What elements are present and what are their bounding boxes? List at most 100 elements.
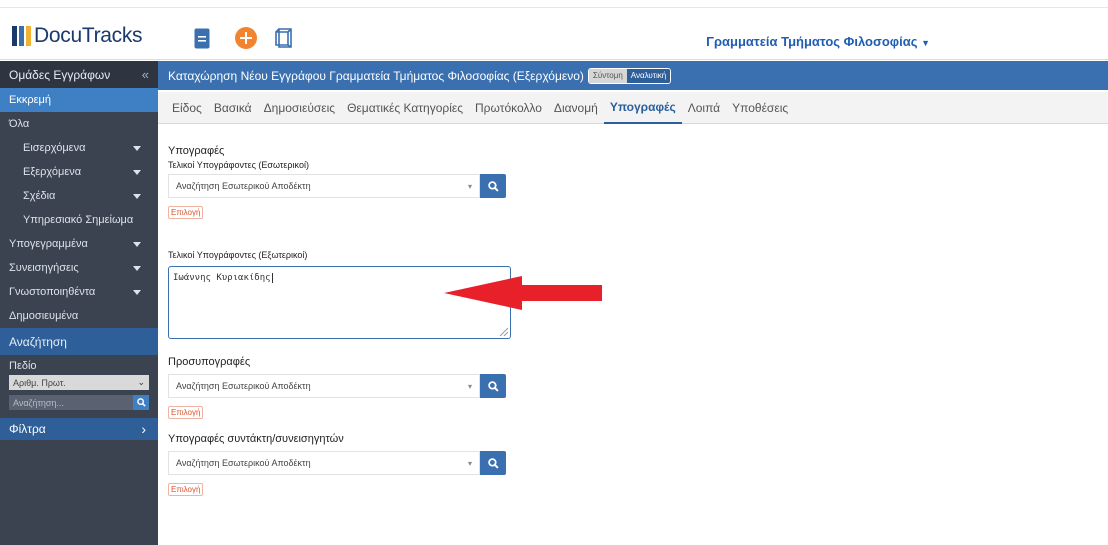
logo-text: DocuTracks	[34, 24, 143, 47]
search-section-header[interactable]: Αναζήτηση	[0, 328, 158, 355]
annotation-arrow-icon	[444, 276, 602, 310]
sidebar-header[interactable]: Ομάδες Εγγράφων «	[0, 61, 158, 88]
presign-row: Αναζήτηση Εσωτερικού Αποδέκτη ▾	[168, 374, 728, 398]
choose-button[interactable]: Επιλογή	[168, 206, 204, 219]
sidebar: Ομάδες Εγγράφων « Εκκρεμή Όλα Εισερχόμεν…	[0, 61, 158, 545]
tab-other[interactable]: Λοιπά	[682, 92, 726, 124]
sidebar-item-label: Δημοσιευμένα	[9, 310, 79, 322]
browser-top-strip	[0, 0, 1108, 8]
document-icon[interactable]	[190, 26, 214, 50]
sidebar-item-label: Σχέδια	[23, 190, 56, 202]
tab-cases[interactable]: Υποθέσεις	[726, 92, 794, 124]
search-button[interactable]	[480, 451, 506, 475]
search-button[interactable]	[133, 395, 149, 410]
chevron-right-icon: ›	[141, 421, 146, 437]
sidebar-item-memo[interactable]: Υπηρεσιακό Σημείωμα	[0, 208, 158, 232]
chevron-down-icon: ▾	[467, 381, 472, 391]
search-icon	[136, 398, 146, 407]
internal-signers-placeholder: Αναζήτηση Εσωτερικού Αποδέκτη	[176, 181, 311, 191]
search-icon	[487, 457, 499, 469]
external-signers-value: Ιωάννης Κυριακίδης	[173, 273, 271, 283]
sidebar-item-all[interactable]: Όλα	[0, 112, 158, 136]
internal-signers-select[interactable]: Αναζήτηση Εσωτερικού Αποδέκτη ▾	[168, 174, 480, 198]
sidebar-item-signed[interactable]: Υπογεγραμμένα	[0, 232, 158, 256]
sidebar-item-label: Εισερχόμενα	[23, 142, 86, 154]
chevron-down-icon	[133, 193, 141, 199]
authors-placeholder: Αναζήτηση Εσωτερικού Αποδέκτη	[176, 458, 311, 468]
tab-distribution[interactable]: Διανομή	[548, 92, 604, 124]
chevron-down-icon: ▾	[467, 181, 472, 191]
field-select[interactable]: Αριθμ. Πρωτ. ⌄	[9, 375, 149, 390]
sidebar-item-published[interactable]: Δημοσιευμένα	[0, 304, 158, 328]
add-icon[interactable]	[234, 26, 258, 50]
collapse-icon[interactable]: «	[142, 67, 149, 82]
choose-button[interactable]: Επιλογή	[168, 483, 204, 496]
tab-basic[interactable]: Βασικά	[208, 92, 258, 124]
search-icon	[487, 180, 499, 192]
sidebar-item-label: Εξερχόμενα	[23, 166, 82, 178]
internal-signers-label: Τελικοί Υπογράφοντες (Εσωτερικοί)	[168, 160, 309, 170]
view-detailed-button[interactable]: Αναλυτική	[626, 68, 671, 83]
filters-toggle[interactable]: Φίλτρα ›	[0, 418, 158, 440]
sidebar-item-label: Εκκρεμή	[9, 94, 51, 106]
choose-button[interactable]: Επιλογή	[168, 406, 204, 419]
search-button[interactable]	[480, 374, 506, 398]
logo-bars-icon	[12, 26, 31, 46]
presign-title: Προσυπογραφές	[168, 356, 251, 368]
filters-label: Φίλτρα	[9, 422, 46, 436]
tab-type[interactable]: Είδος	[166, 92, 208, 124]
chevron-down-icon	[133, 289, 141, 295]
tab-signatures[interactable]: Υπογραφές	[603, 92, 682, 124]
signatures-title: Υπογραφές	[168, 145, 225, 157]
internal-signers-row: Αναζήτηση Εσωτερικού Αποδέκτη ▾	[168, 174, 728, 198]
chevron-down-icon	[133, 265, 141, 271]
text-cursor	[271, 273, 273, 283]
chevron-down-icon	[133, 241, 141, 247]
chevron-down-icon: ▾	[467, 458, 472, 468]
form-tabs: Είδος Βασικά Δημοσιεύσεις Θεματικές Κατη…	[158, 92, 1108, 124]
sidebar-item-label: Γνωστοποιηθέντα	[9, 286, 96, 298]
sidebar-item-drafts[interactable]: Σχέδια	[0, 184, 158, 208]
sidebar-item-label: Υπηρεσιακό Σημείωμα	[23, 214, 134, 226]
sidebar-item-label: Όλα	[9, 118, 30, 130]
tab-categories[interactable]: Θεματικές Κατηγορίες	[341, 92, 469, 124]
chevron-down-icon: ⌄	[137, 377, 145, 387]
sidebar-item-co-reports[interactable]: Συνεισηγήσεις	[0, 256, 158, 280]
chevron-down-icon	[133, 169, 141, 175]
field-select-value: Αριθμ. Πρωτ.	[13, 377, 66, 388]
search-section-label: Αναζήτηση	[9, 334, 67, 349]
department-menu[interactable]: Γραμματεία Τμήματος Φιλοσοφίας ▼	[706, 34, 930, 49]
search-button[interactable]	[480, 174, 506, 198]
sidebar-item-incoming[interactable]: Εισερχόμενα	[0, 136, 158, 160]
sidebar-item-label: Υπογεγραμμένα	[9, 238, 88, 250]
resize-grip-icon[interactable]	[498, 326, 508, 336]
sidebar-search-input[interactable]: Αναζήτηση...	[9, 395, 133, 410]
sidebar-item-notified[interactable]: Γνωστοποιηθέντα	[0, 280, 158, 304]
box-icon[interactable]	[273, 26, 297, 50]
authors-row: Αναζήτηση Εσωτερικού Αποδέκτη ▾	[168, 451, 728, 475]
app-logo[interactable]: DocuTracks	[12, 24, 143, 48]
view-toggle: Σύντομη Αναλυτική	[587, 67, 672, 84]
view-short-button[interactable]: Σύντομη	[588, 68, 627, 83]
tab-publications[interactable]: Δημοσιεύσεις	[258, 92, 341, 124]
sidebar-item-outgoing[interactable]: Εξερχόμενα	[0, 160, 158, 184]
department-label: Γραμματεία Τμήματος Φιλοσοφίας	[706, 34, 918, 49]
sidebar-item-pending[interactable]: Εκκρεμή	[0, 88, 158, 112]
page-title: Καταχώρηση Νέου Εγγράφου Γραμματεία Τμήμ…	[168, 68, 584, 83]
search-icon	[487, 380, 499, 392]
chevron-down-icon: ▼	[921, 38, 930, 48]
sidebar-header-label: Ομάδες Εγγράφων	[9, 67, 111, 82]
tab-protocol[interactable]: Πρωτόκολλο	[469, 92, 548, 124]
chevron-down-icon	[133, 145, 141, 151]
page-title-bar: Καταχώρηση Νέου Εγγράφου Γραμματεία Τμήμ…	[158, 61, 1108, 90]
sidebar-item-label: Συνεισηγήσεις	[9, 262, 79, 274]
app-header: DocuTracks Γραμματεία Τμήματος Φιλοσοφία…	[0, 8, 1108, 60]
field-label: Πεδίο	[9, 360, 37, 372]
authors-select[interactable]: Αναζήτηση Εσωτερικού Αποδέκτη ▾	[168, 451, 480, 475]
presign-placeholder: Αναζήτηση Εσωτερικού Αποδέκτη	[176, 381, 311, 391]
presign-select[interactable]: Αναζήτηση Εσωτερικού Αποδέκτη ▾	[168, 374, 480, 398]
external-signers-label: Τελικοί Υπογράφοντες (Εξωτερικοί)	[168, 250, 308, 260]
signatures-form: Υπογραφές Τελικοί Υπογράφοντες (Εσωτερικ…	[168, 124, 728, 497]
authors-title: Υπογραφές συντάκτη/συνεισηγητών	[168, 433, 344, 445]
sidebar-search: Αναζήτηση...	[9, 395, 149, 410]
